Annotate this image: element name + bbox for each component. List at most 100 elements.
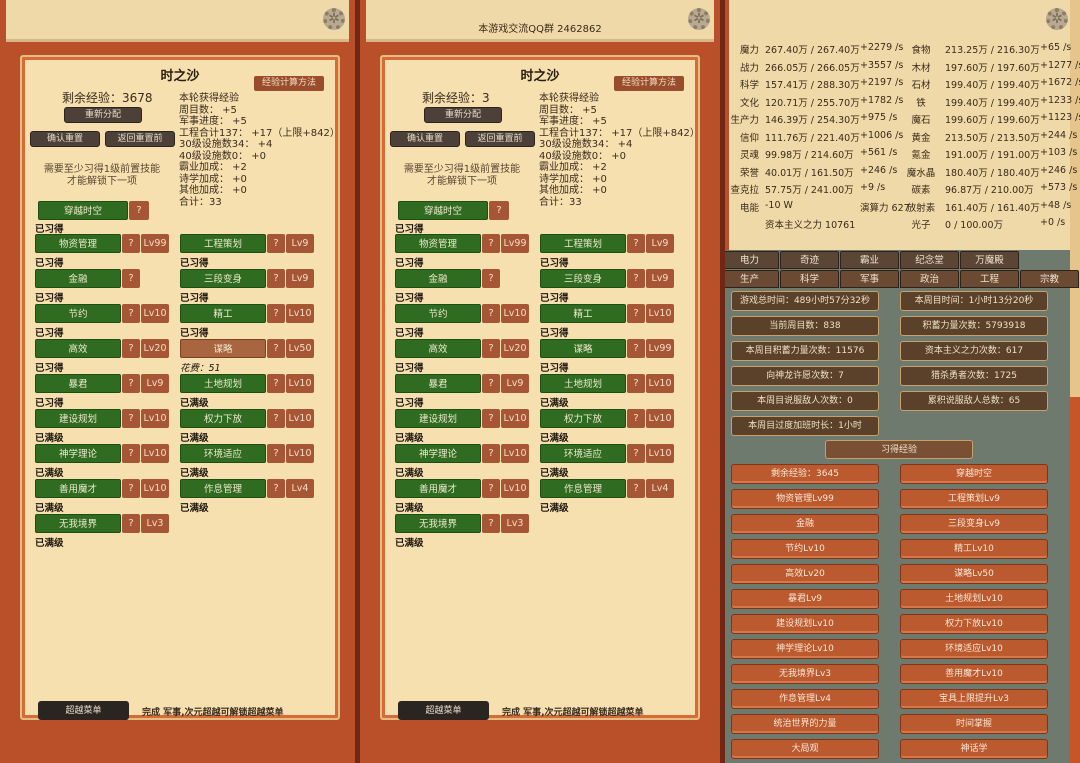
- learned-exp-button[interactable]: 习得经验: [825, 440, 973, 459]
- confirm-reset-button[interactable]: 确认重置: [30, 131, 100, 147]
- tab-3[interactable]: 纪念堂: [900, 251, 959, 269]
- exp-skill-button[interactable]: 作息管理Lv4: [731, 689, 879, 709]
- skill-help-button[interactable]: ?: [129, 201, 149, 220]
- skill-button[interactable]: 工程策划: [180, 234, 266, 253]
- exp-skill-button[interactable]: 无我境界Lv3: [731, 664, 879, 684]
- skill-button[interactable]: 作息管理: [540, 479, 626, 498]
- skill-button[interactable]: 节约: [35, 304, 121, 323]
- skill-button[interactable]: 高效: [35, 339, 121, 358]
- skill-help-button[interactable]: ?: [267, 479, 285, 498]
- exp-skill-button[interactable]: 穿越时空: [900, 464, 1048, 484]
- skill-button[interactable]: 环境适应: [180, 444, 266, 463]
- redistribute-button[interactable]: 重新分配: [424, 107, 502, 123]
- exp-skill-button[interactable]: 工程策划Lv9: [900, 489, 1048, 509]
- skill-button[interactable]: 谋略: [180, 339, 266, 358]
- skill-help-button[interactable]: ?: [482, 444, 500, 463]
- confirm-reset-button[interactable]: 确认重置: [390, 131, 460, 147]
- skill-button[interactable]: 三段变身: [180, 269, 266, 288]
- tab-4[interactable]: 工程: [960, 270, 1019, 288]
- skill-help-button[interactable]: ?: [627, 339, 645, 358]
- transcend-menu-button[interactable]: 超越菜单: [398, 701, 489, 720]
- exp-skill-button[interactable]: 精工Lv10: [900, 539, 1048, 559]
- tab-4[interactable]: 万魔殿: [960, 251, 1019, 269]
- exp-skill-button[interactable]: 神学理论Lv10: [731, 639, 879, 659]
- skill-help-button[interactable]: ?: [122, 269, 140, 288]
- skill-help-button[interactable]: ?: [482, 374, 500, 393]
- skill-help-button[interactable]: ?: [627, 444, 645, 463]
- revert-reset-button[interactable]: 返回重置前: [465, 131, 535, 147]
- skill-help-button[interactable]: ?: [482, 409, 500, 428]
- gear-icon[interactable]: ✲: [688, 8, 710, 30]
- skill-help-button[interactable]: ?: [267, 444, 285, 463]
- skill-button[interactable]: 善用魔才: [395, 479, 481, 498]
- exp-skill-button[interactable]: 高效Lv20: [731, 564, 879, 584]
- exp-skill-button[interactable]: 时间掌握: [900, 714, 1048, 734]
- skill-button[interactable]: 节约: [395, 304, 481, 323]
- skill-button[interactable]: 暴君: [35, 374, 121, 393]
- skill-button[interactable]: 高效: [395, 339, 481, 358]
- skill-button[interactable]: 精工: [180, 304, 266, 323]
- skill-help-button[interactable]: ?: [122, 374, 140, 393]
- skill-help-button[interactable]: ?: [627, 304, 645, 323]
- skill-help-button[interactable]: ?: [482, 339, 500, 358]
- exp-skill-button[interactable]: 土地规划Lv10: [900, 589, 1048, 609]
- exp-skill-button[interactable]: 神话学: [900, 739, 1048, 759]
- exp-skill-button[interactable]: 三段变身Lv9: [900, 514, 1048, 534]
- skill-help-button[interactable]: ?: [267, 269, 285, 288]
- skill-button[interactable]: 金融: [395, 269, 481, 288]
- skill-help-button[interactable]: ?: [122, 339, 140, 358]
- transcend-menu-button[interactable]: 超越菜单: [38, 701, 129, 720]
- exp-skill-button[interactable]: 善用魔才Lv10: [900, 664, 1048, 684]
- skill-button[interactable]: 工程策划: [540, 234, 626, 253]
- skill-button[interactable]: 神学理论: [35, 444, 121, 463]
- skill-button[interactable]: 土地规划: [180, 374, 266, 393]
- tab-1[interactable]: 奇迹: [780, 251, 839, 269]
- exp-skill-button[interactable]: 权力下放Lv10: [900, 614, 1048, 634]
- exp-skill-button[interactable]: 节约Lv10: [731, 539, 879, 559]
- skill-button[interactable]: 作息管理: [180, 479, 266, 498]
- skill-help-button[interactable]: ?: [482, 304, 500, 323]
- skill-button[interactable]: 建设规划: [35, 409, 121, 428]
- revert-reset-button[interactable]: 返回重置前: [105, 131, 175, 147]
- exp-skill-button[interactable]: 谋略Lv50: [900, 564, 1048, 584]
- exp-skill-button[interactable]: 金融: [731, 514, 879, 534]
- tab-2[interactable]: 军事: [840, 270, 899, 288]
- skill-button[interactable]: 物资管理: [395, 234, 481, 253]
- exp-skill-button[interactable]: 宝具上限提升Lv3: [900, 689, 1048, 709]
- skill-button[interactable]: 无我境界: [35, 514, 121, 533]
- tab-0[interactable]: 电力: [725, 251, 779, 269]
- skill-help-button[interactable]: ?: [122, 479, 140, 498]
- exp-skill-button[interactable]: 统治世界的力量: [731, 714, 879, 734]
- redistribute-button[interactable]: 重新分配: [64, 107, 142, 123]
- skill-button[interactable]: 暴君: [395, 374, 481, 393]
- tab-1[interactable]: 科学: [780, 270, 839, 288]
- skill-help-button[interactable]: ?: [122, 444, 140, 463]
- skill-button[interactable]: 神学理论: [395, 444, 481, 463]
- skill-button[interactable]: 权力下放: [540, 409, 626, 428]
- skill-button[interactable]: 权力下放: [180, 409, 266, 428]
- skill-button[interactable]: 精工: [540, 304, 626, 323]
- exp-skill-button[interactable]: 剩余经验：3645: [731, 464, 879, 484]
- skill-help-button[interactable]: ?: [267, 304, 285, 323]
- gear-icon[interactable]: ✲: [1046, 8, 1068, 30]
- skill-button[interactable]: 无我境界: [395, 514, 481, 533]
- skill-button[interactable]: 土地规划: [540, 374, 626, 393]
- tab-3[interactable]: 政治: [900, 270, 959, 288]
- exp-skill-button[interactable]: 环境适应Lv10: [900, 639, 1048, 659]
- skill-help-button[interactable]: ?: [122, 234, 140, 253]
- skill-help-button[interactable]: ?: [489, 201, 509, 220]
- skill-button[interactable]: 三段变身: [540, 269, 626, 288]
- exp-skill-button[interactable]: 暴君Lv9: [731, 589, 879, 609]
- skill-help-button[interactable]: ?: [482, 269, 500, 288]
- skill-help-button[interactable]: ?: [627, 479, 645, 498]
- exp-calc-method-button[interactable]: 经验计算方法: [254, 76, 324, 91]
- skill-button[interactable]: 金融: [35, 269, 121, 288]
- skill-button[interactable]: 善用魔才: [35, 479, 121, 498]
- exp-skill-button[interactable]: 大局观: [731, 739, 879, 759]
- skill-help-button[interactable]: ?: [267, 374, 285, 393]
- skill-help-button[interactable]: ?: [482, 234, 500, 253]
- tab-5[interactable]: 宗教: [1020, 270, 1079, 288]
- exp-skill-button[interactable]: 物资管理Lv99: [731, 489, 879, 509]
- skill-help-button[interactable]: ?: [627, 269, 645, 288]
- skill-button[interactable]: 建设规划: [395, 409, 481, 428]
